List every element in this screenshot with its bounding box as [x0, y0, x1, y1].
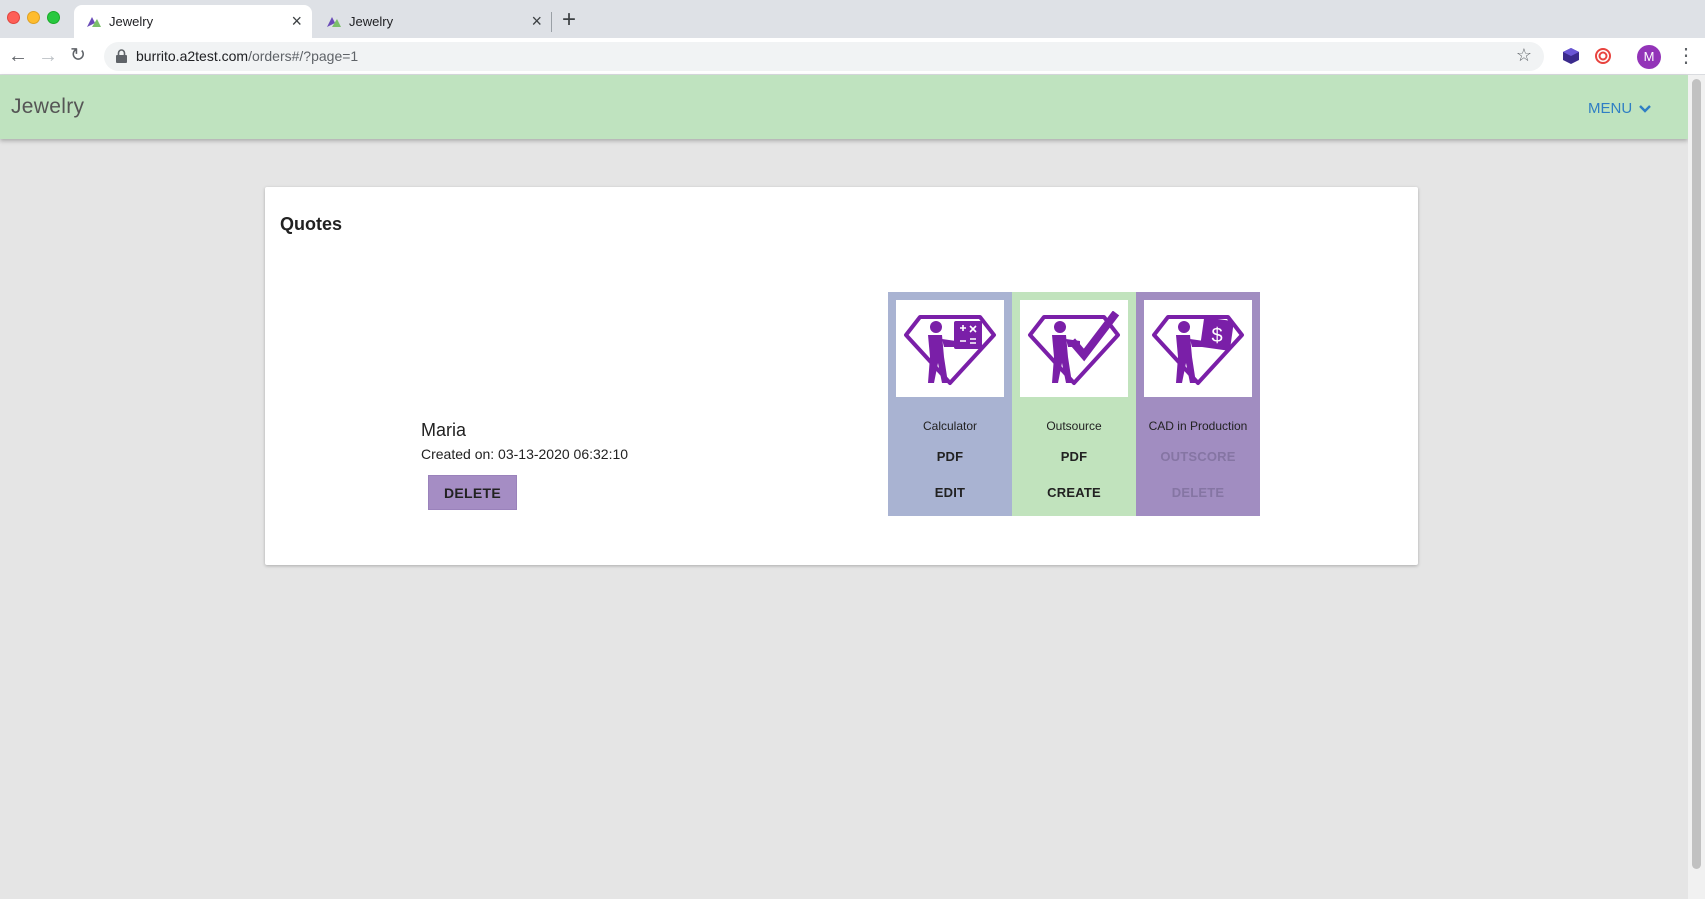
checkmark-diamond-icon: [1028, 310, 1120, 385]
lock-icon: [116, 49, 127, 63]
card-title: Quotes: [280, 214, 343, 234]
url-host: burrito.a2test.com: [136, 48, 249, 64]
tab-separator: [551, 12, 552, 32]
tab-close-icon[interactable]: ×: [291, 11, 302, 31]
site-favicon-icon: [87, 17, 101, 27]
url-path: /orders#/?page=1: [248, 48, 359, 64]
tab-close-icon[interactable]: ×: [531, 11, 542, 31]
outsource-tile: Outsource PDF CREATE: [1012, 292, 1136, 516]
scrollbar-thumb[interactable]: [1692, 79, 1701, 869]
forward-arrow-icon[interactable]: →: [38, 44, 58, 68]
bookmark-star-icon[interactable]: ☆: [1516, 45, 1532, 66]
new-tab-button[interactable]: +: [562, 6, 576, 34]
url-text: burrito.a2test.com/orders#/?page=1: [136, 48, 358, 64]
menu-label: MENU: [1588, 100, 1633, 117]
site-favicon-icon: [327, 17, 341, 27]
calculator-edit-button[interactable]: EDIT: [888, 485, 1012, 500]
window-close-button[interactable]: [7, 11, 20, 24]
calculator-diamond-icon: [904, 314, 996, 385]
dollar-diamond-icon: $: [1152, 314, 1244, 385]
tile-label: CAD in Production: [1148, 419, 1248, 433]
profile-avatar[interactable]: M: [1637, 45, 1661, 69]
calculator-pdf-button[interactable]: PDF: [888, 449, 1012, 464]
address-bar[interactable]: burrito.a2test.com/orders#/?page=1 ☆: [104, 42, 1544, 71]
extension-cube-icon[interactable]: [1561, 46, 1581, 66]
tile-label: Outsource: [1046, 419, 1102, 433]
quotes-card: Quotes Maria Created on: 03-13-2020 06:3…: [265, 187, 1418, 565]
tab-title: Jewelry: [109, 14, 154, 29]
tab-title: Jewelry: [349, 14, 394, 29]
back-arrow-icon[interactable]: ←: [8, 44, 28, 68]
tile-image: [896, 300, 1004, 397]
calculator-tile: Calculator PDF EDIT: [888, 292, 1012, 516]
browser-tab-bar: Jewelry × Jewelry × +: [0, 0, 1705, 38]
outsource-create-button[interactable]: CREATE: [1012, 485, 1136, 500]
browser-menu-icon[interactable]: ⋮: [1676, 44, 1696, 68]
menu-button[interactable]: MENU: [1588, 100, 1652, 117]
page-scrollbar[interactable]: [1688, 75, 1705, 899]
outsource-pdf-button[interactable]: PDF: [1012, 449, 1136, 464]
quote-customer-name: Maria: [421, 420, 467, 440]
window-minimize-button[interactable]: [27, 11, 40, 24]
reload-icon[interactable]: ↻: [70, 44, 86, 68]
cad-delete-button[interactable]: DELETE: [1136, 485, 1260, 500]
tile-image: $: [1144, 300, 1252, 397]
window-maximize-button[interactable]: [47, 11, 60, 24]
tile-label: Calculator: [922, 419, 978, 433]
cad-production-tile: $ CAD in Production OUTSCORE DELETE: [1136, 292, 1260, 516]
browser-toolbar: ← → ↻ burrito.a2test.com/orders#/?page=1…: [0, 38, 1705, 75]
tile-image: [1020, 300, 1128, 397]
quote-created-date: Created on: 03-13-2020 06:32:10: [421, 446, 629, 462]
browser-tab-1[interactable]: Jewelry ×: [74, 5, 312, 38]
app-header: Jewelry MENU: [0, 75, 1688, 139]
svg-text:$: $: [1211, 325, 1222, 347]
chevron-down-icon: [1639, 104, 1652, 113]
delete-quote-button[interactable]: DELETE: [428, 475, 517, 510]
cad-outscore-button[interactable]: OUTSCORE: [1136, 449, 1260, 464]
brand-title[interactable]: Jewelry: [11, 95, 84, 119]
browser-tab-2[interactable]: Jewelry ×: [314, 5, 552, 38]
extension-swirl-icon[interactable]: [1593, 46, 1613, 66]
